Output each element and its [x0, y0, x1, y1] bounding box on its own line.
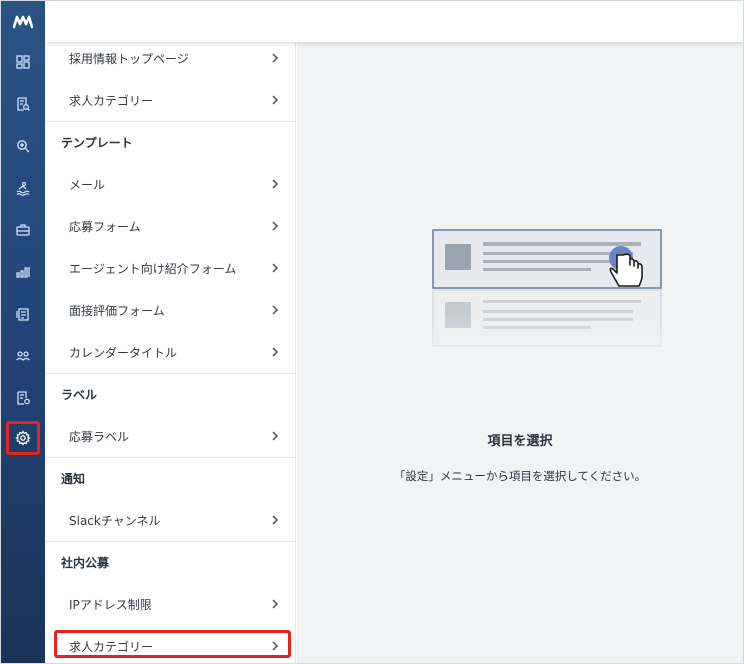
- menu-item-interview-form[interactable]: 面接評価フォーム: [45, 289, 295, 331]
- settings-menu: 採用情報トップページ 求人カテゴリー テンプレート メール 応募フォーム エージ…: [45, 42, 296, 663]
- menu-item-ip-restriction[interactable]: IPアドレス制限: [45, 583, 295, 625]
- global-nav-rail: [1, 1, 45, 663]
- chevron-right-icon: [272, 305, 279, 315]
- document-search-icon: [17, 97, 30, 111]
- menu-item-application-form[interactable]: 応募フォーム: [45, 205, 295, 247]
- empty-state-description: 「設定」メニューから項目を選択してください。: [393, 469, 647, 483]
- menu-item-label: IPアドレス制限: [69, 597, 152, 612]
- rail-forms[interactable]: [1, 377, 45, 419]
- chevron-right-icon: [272, 53, 279, 63]
- form-icon: [17, 391, 30, 405]
- rail-dashboard[interactable]: [1, 41, 45, 83]
- section-notification: 通知: [45, 457, 295, 499]
- rail-analytics[interactable]: [1, 251, 45, 293]
- users-icon: [16, 351, 30, 361]
- select-item-illustration: [431, 229, 663, 378]
- menu-item-job-category[interactable]: 求人カテゴリー: [45, 79, 295, 121]
- rail-swimmer[interactable]: [1, 167, 45, 209]
- documents-icon: [16, 308, 29, 321]
- menu-item-calendar-title[interactable]: カレンダータイトル: [45, 331, 295, 373]
- menu-item-label: メール: [69, 177, 106, 192]
- logo-icon: [13, 15, 33, 29]
- menu-item-label: エージェント向け紹介フォーム: [69, 261, 237, 276]
- bar-chart-icon: [16, 267, 30, 278]
- top-bar: [45, 1, 743, 42]
- section-internal-recruitment: 社内公募: [45, 541, 295, 583]
- chevron-right-icon: [272, 95, 279, 105]
- menu-item-slack-channel[interactable]: Slackチャンネル: [45, 499, 295, 541]
- logo-button[interactable]: [1, 1, 45, 43]
- rail-settings[interactable]: [6, 421, 40, 455]
- menu-item-agent-form[interactable]: エージェント向け紹介フォーム: [45, 247, 295, 289]
- rail-search[interactable]: [1, 125, 45, 167]
- chevron-right-icon: [272, 263, 279, 273]
- chevron-right-icon: [272, 179, 279, 189]
- menu-item-label: 面接評価フォーム: [69, 303, 165, 318]
- menu-item-label: Slackチャンネル: [69, 513, 161, 528]
- empty-state-title: 項目を選択: [487, 434, 553, 449]
- chevron-right-icon: [272, 431, 279, 441]
- swimmer-icon: [16, 181, 30, 196]
- rail-briefcase[interactable]: [1, 209, 45, 251]
- section-label: ラベル: [45, 373, 295, 415]
- rail-document-search[interactable]: [1, 83, 45, 125]
- chevron-right-icon: [272, 221, 279, 231]
- menu-item-mail[interactable]: メール: [45, 163, 295, 205]
- app-window: 採用情報トップページ 求人カテゴリー テンプレート メール 応募フォーム エージ…: [0, 0, 744, 664]
- dashboard-icon: [16, 55, 30, 69]
- menu-item-application-label[interactable]: 応募ラベル: [45, 415, 295, 457]
- section-template: テンプレート: [45, 121, 295, 163]
- chevron-right-icon: [272, 515, 279, 525]
- gear-icon: [15, 430, 31, 446]
- chevron-right-icon: [272, 347, 279, 357]
- selection-highlight: [54, 630, 291, 658]
- menu-item-label: 応募ラベル: [69, 429, 130, 444]
- menu-item-label: 応募フォーム: [69, 219, 141, 234]
- magnifier-icon: [17, 140, 30, 153]
- menu-item-recruit-top[interactable]: 採用情報トップページ: [45, 42, 295, 79]
- menu-item-label: 求人カテゴリー: [69, 93, 154, 108]
- menu-item-label: 採用情報トップページ: [69, 51, 189, 66]
- rail-documents[interactable]: [1, 293, 45, 335]
- chevron-right-icon: [272, 599, 279, 609]
- menu-item-label: カレンダータイトル: [69, 345, 178, 360]
- rail-users[interactable]: [1, 335, 45, 377]
- briefcase-icon: [16, 224, 30, 236]
- main-content: 項目を選択 「設定」メニューから項目を選択してください。: [297, 42, 743, 663]
